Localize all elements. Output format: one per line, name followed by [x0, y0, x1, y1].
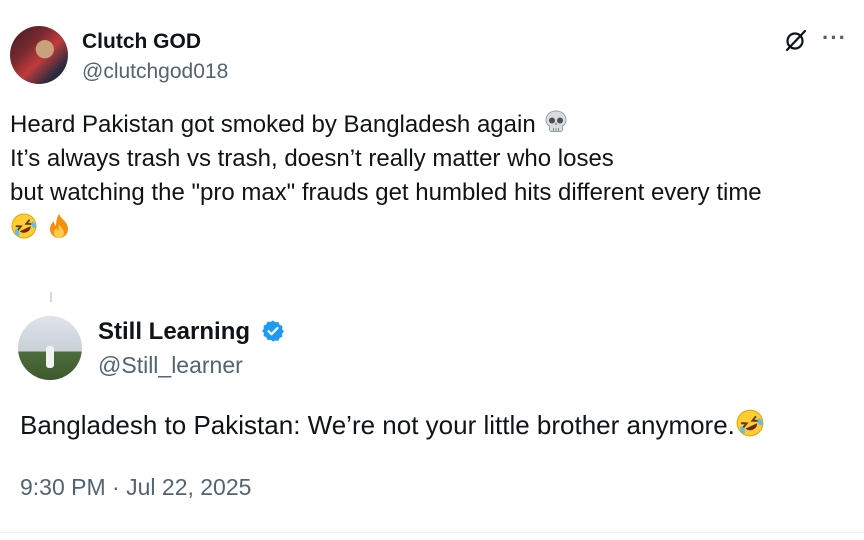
time[interactable]: 9:30 PM — [20, 474, 106, 500]
author-name[interactable]: Clutch GOD — [82, 30, 201, 54]
avatar[interactable] — [18, 316, 82, 380]
reply-text-content: Bangladesh to Pakistan: We’re not your l… — [20, 410, 735, 440]
rolling-laughing-emoji — [736, 409, 764, 437]
more-icon[interactable]: ··· — [822, 27, 848, 52]
date[interactable]: Jul 22, 2025 — [126, 474, 251, 500]
avatar[interactable] — [10, 26, 68, 84]
tweet-text: Heard Pakistan got smoked by Bangladesh … — [10, 108, 860, 246]
tweet-line-3: but watching the "pro max" frauds get hu… — [10, 179, 762, 206]
skull-emoji — [545, 110, 567, 132]
author-handle[interactable]: @clutchgod018 — [82, 60, 228, 84]
grok-icon[interactable] — [784, 28, 808, 52]
tweet-line-2: It’s always trash vs trash, doesn’t real… — [10, 145, 614, 172]
thread-line — [50, 292, 52, 302]
reply-author-name[interactable]: Still Learning — [98, 318, 250, 345]
timestamp[interactable]: 9:30 PM · Jul 22, 2025 — [20, 474, 251, 501]
divider — [0, 532, 864, 533]
reply-author-row: Still Learning — [98, 318, 285, 346]
reply-author-handle[interactable]: @Still_learner — [98, 352, 243, 379]
rolling-laughing-emoji — [11, 213, 37, 239]
verified-badge-icon — [261, 320, 284, 342]
tweet-line-1: Heard Pakistan got smoked by Bangladesh … — [10, 111, 536, 138]
meta-separator: · — [105, 474, 127, 500]
fire-emoji — [49, 214, 68, 238]
reply-text: Bangladesh to Pakistan: We’re not your l… — [20, 408, 765, 442]
